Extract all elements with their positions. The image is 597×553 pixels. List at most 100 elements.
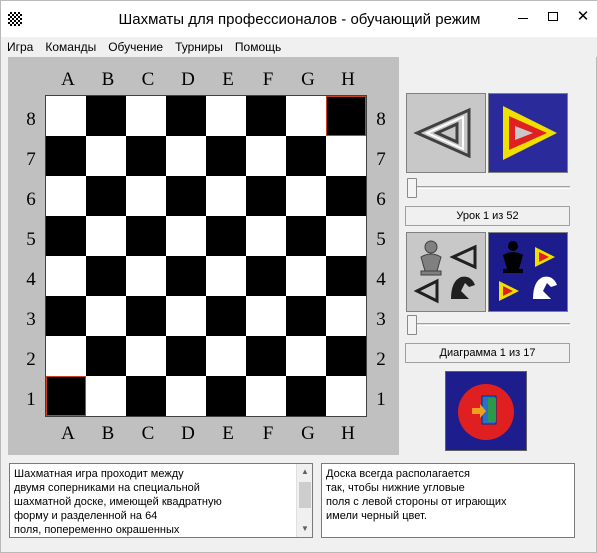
diagram-forward-button[interactable]: [488, 232, 568, 312]
rank-label-right: 8: [376, 109, 386, 130]
lesson-forward-button[interactable]: [488, 93, 568, 173]
board-square-f5[interactable]: [246, 216, 286, 256]
board-square-b4[interactable]: [86, 256, 126, 296]
board-square-d6[interactable]: [166, 176, 206, 216]
board-square-a6[interactable]: [46, 176, 86, 216]
board-square-h7[interactable]: [326, 136, 366, 176]
maximize-icon: [548, 11, 558, 21]
scroll-down-icon[interactable]: ▼: [297, 521, 312, 537]
board-square-g5[interactable]: [286, 216, 326, 256]
board-square-d1[interactable]: [166, 376, 206, 416]
board-square-a5[interactable]: [46, 216, 86, 256]
board-square-h1[interactable]: [326, 376, 366, 416]
minimize-icon: [518, 17, 528, 19]
board-square-d5[interactable]: [166, 216, 206, 256]
menu-item-commands[interactable]: Команды: [39, 37, 102, 57]
board-square-b8[interactable]: [86, 96, 126, 136]
board-square-h8[interactable]: [326, 96, 366, 136]
board-square-g6[interactable]: [286, 176, 326, 216]
board-square-b3[interactable]: [86, 296, 126, 336]
menu-item-game[interactable]: Игра: [1, 37, 39, 57]
lesson-slider-thumb[interactable]: [407, 178, 417, 198]
maximize-button[interactable]: [538, 1, 568, 31]
board-square-f7[interactable]: [246, 136, 286, 176]
board-square-g1[interactable]: [286, 376, 326, 416]
lesson-text-line: имели черный цвет.: [326, 510, 427, 522]
board-square-c8[interactable]: [126, 96, 166, 136]
diagram-slider-thumb[interactable]: [407, 315, 417, 335]
board-square-f3[interactable]: [246, 296, 286, 336]
board-square-b6[interactable]: [86, 176, 126, 216]
board-square-a3[interactable]: [46, 296, 86, 336]
board-square-g8[interactable]: [286, 96, 326, 136]
board-square-d8[interactable]: [166, 96, 206, 136]
board-square-b7[interactable]: [86, 136, 126, 176]
board-square-a4[interactable]: [46, 256, 86, 296]
board-square-e4[interactable]: [206, 256, 246, 296]
minimize-button[interactable]: [508, 1, 538, 31]
board-square-b1[interactable]: [86, 376, 126, 416]
board-square-g2[interactable]: [286, 336, 326, 376]
diagram-slider[interactable]: [404, 315, 572, 335]
board-square-h6[interactable]: [326, 176, 366, 216]
scroll-thumb[interactable]: [299, 482, 311, 508]
board-square-a2[interactable]: [46, 336, 86, 376]
lesson-text-right[interactable]: Доска всегда располагается так, чтобы ни…: [321, 463, 575, 538]
diagram-back-button[interactable]: [406, 232, 486, 312]
board-square-c5[interactable]: [126, 216, 166, 256]
board-square-d4[interactable]: [166, 256, 206, 296]
lesson-text-line: поля, попеременно окрашенных: [14, 524, 180, 536]
board-square-e5[interactable]: [206, 216, 246, 256]
board-square-a8[interactable]: [46, 96, 86, 136]
board-square-e3[interactable]: [206, 296, 246, 336]
board-square-e7[interactable]: [206, 136, 246, 176]
board-square-f8[interactable]: [246, 96, 286, 136]
lesson-text-line: поля с левой стороны от играющих: [326, 496, 507, 508]
board-square-b2[interactable]: [86, 336, 126, 376]
close-icon: ✕: [576, 8, 590, 25]
board-square-d7[interactable]: [166, 136, 206, 176]
file-label-bottom: D: [181, 423, 195, 444]
board-square-h3[interactable]: [326, 296, 366, 336]
board-square-c7[interactable]: [126, 136, 166, 176]
board-square-f4[interactable]: [246, 256, 286, 296]
menu-item-tournaments[interactable]: Турниры: [169, 37, 229, 57]
board-square-g4[interactable]: [286, 256, 326, 296]
board-square-f2[interactable]: [246, 336, 286, 376]
diagram-status: Диаграмма 1 из 17: [405, 343, 570, 363]
file-label-bottom: C: [141, 423, 155, 444]
board-square-d2[interactable]: [166, 336, 206, 376]
close-button[interactable]: ✕: [568, 1, 597, 31]
board-square-c6[interactable]: [126, 176, 166, 216]
menu-item-help[interactable]: Помощь: [229, 37, 287, 57]
board-square-c1[interactable]: [126, 376, 166, 416]
board-square-g7[interactable]: [286, 136, 326, 176]
board-square-f6[interactable]: [246, 176, 286, 216]
lesson-back-button[interactable]: [406, 93, 486, 173]
scroll-up-icon[interactable]: ▲: [297, 464, 312, 480]
board-square-c4[interactable]: [126, 256, 166, 296]
board-square-e8[interactable]: [206, 96, 246, 136]
title-bar: Шахматы для профессионалов - обучающий р…: [1, 1, 597, 37]
board-square-e1[interactable]: [206, 376, 246, 416]
lesson-status: Урок 1 из 52: [405, 206, 570, 226]
board-square-c3[interactable]: [126, 296, 166, 336]
lesson-text-scrollbar[interactable]: ▲ ▼: [296, 464, 312, 537]
board-square-a7[interactable]: [46, 136, 86, 176]
board-square-h5[interactable]: [326, 216, 366, 256]
board-square-e2[interactable]: [206, 336, 246, 376]
board-square-f1[interactable]: [246, 376, 286, 416]
chessboard[interactable]: [45, 95, 367, 417]
board-square-d3[interactable]: [166, 296, 206, 336]
board-square-g3[interactable]: [286, 296, 326, 336]
board-square-b5[interactable]: [86, 216, 126, 256]
board-square-e6[interactable]: [206, 176, 246, 216]
lesson-text-left[interactable]: Шахматная игра проходит между двумя сопе…: [9, 463, 313, 538]
menu-item-training[interactable]: Обучение: [102, 37, 169, 57]
board-square-h2[interactable]: [326, 336, 366, 376]
board-square-a1[interactable]: [46, 376, 86, 416]
lesson-slider[interactable]: [404, 178, 572, 198]
exit-button[interactable]: [445, 371, 527, 451]
board-square-h4[interactable]: [326, 256, 366, 296]
board-square-c2[interactable]: [126, 336, 166, 376]
